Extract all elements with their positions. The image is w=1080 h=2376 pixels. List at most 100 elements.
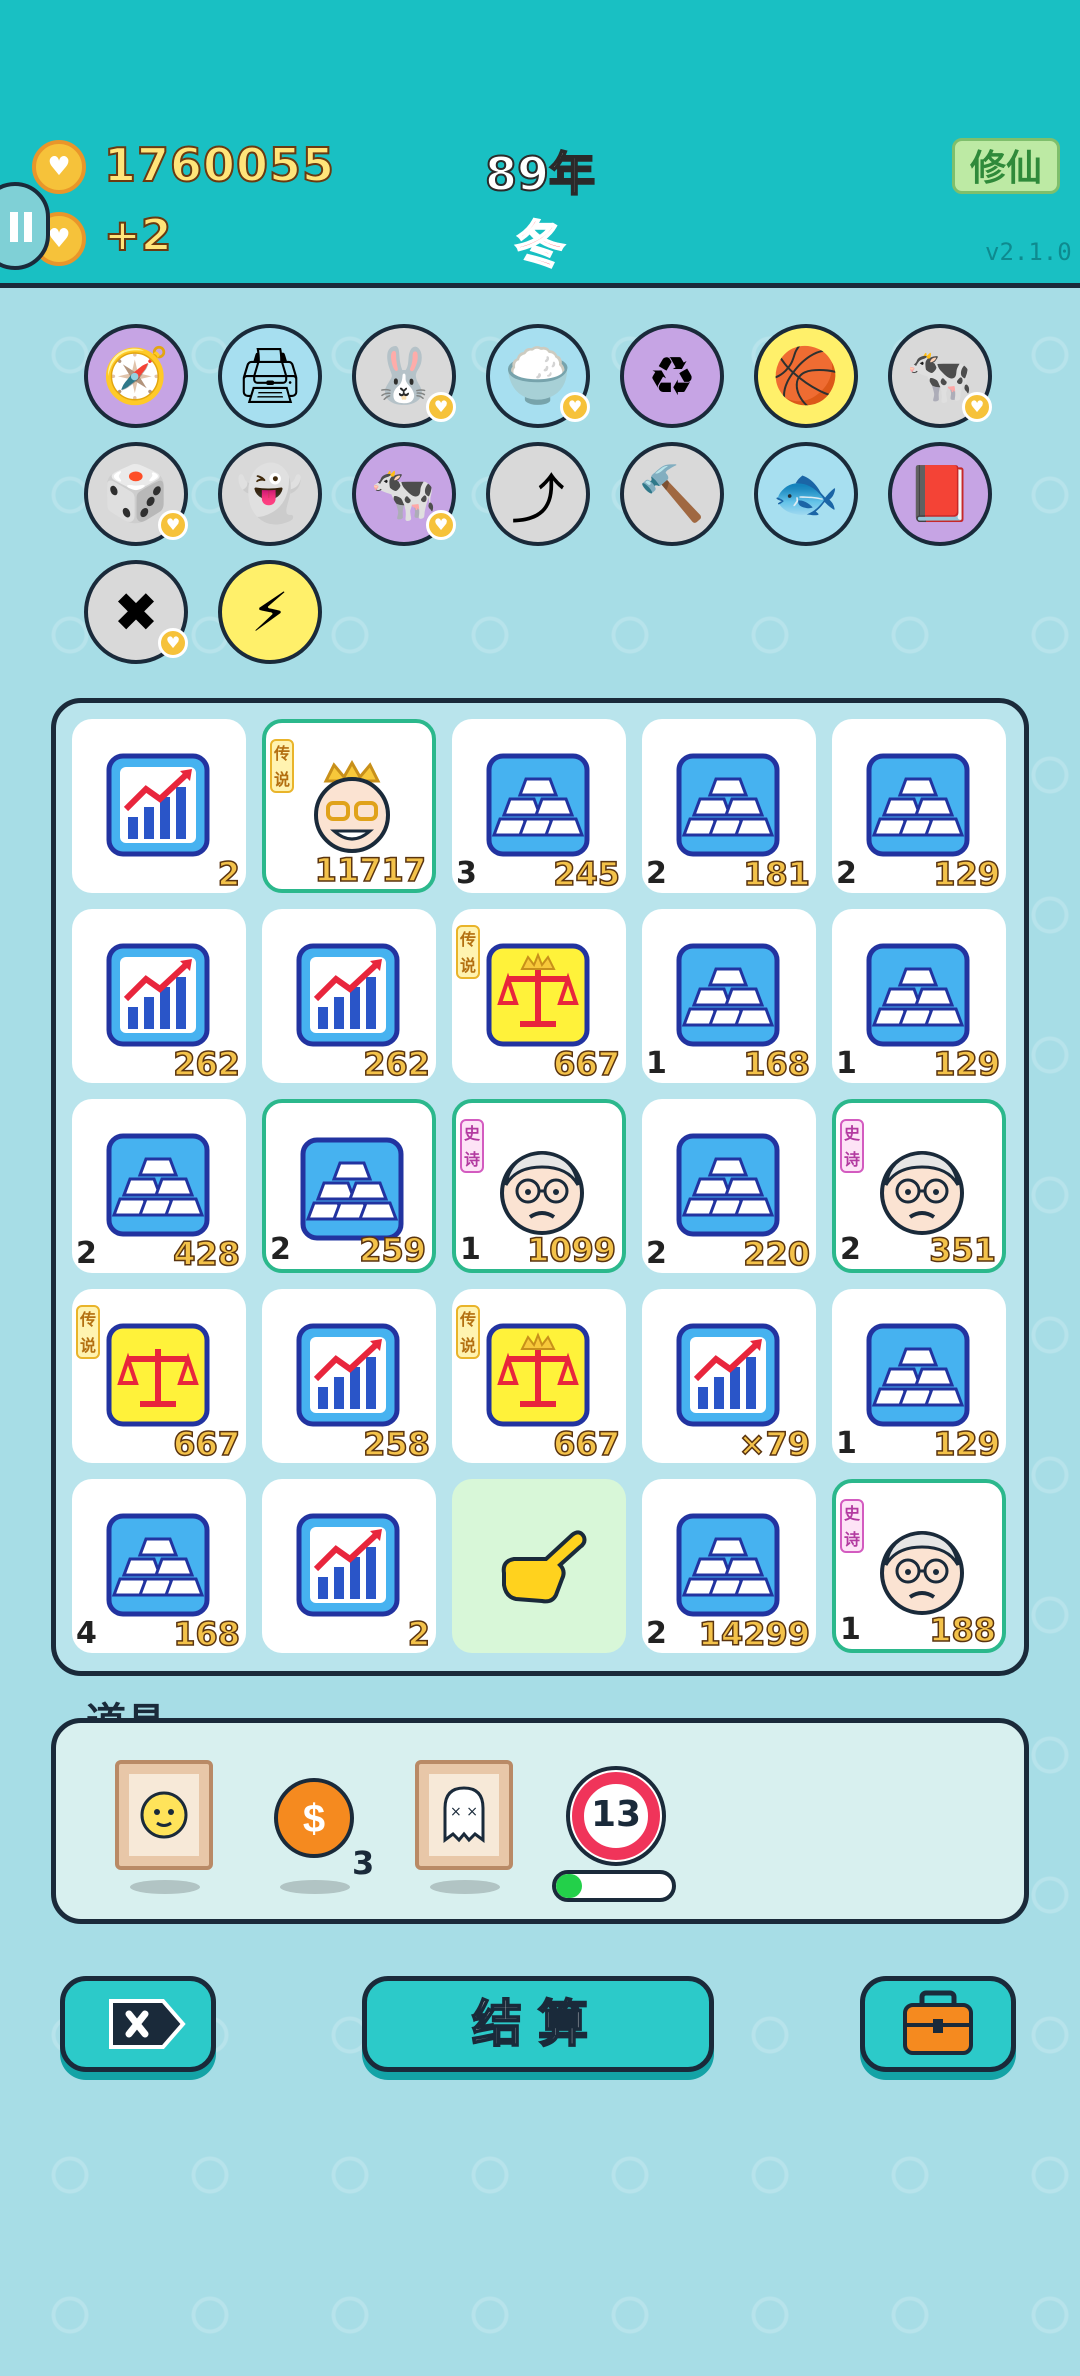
scale-crown-icon (486, 1323, 590, 1427)
remove-button[interactable] (60, 1976, 216, 2072)
cell-value: 181 (742, 854, 810, 894)
gold-icon (676, 1133, 780, 1237)
svg-text:× ×: × × (450, 1804, 478, 1820)
board-cell[interactable]: 2 (262, 1479, 436, 1654)
gold-icon (676, 1513, 780, 1617)
rarity-tag: 史诗 (840, 1119, 864, 1173)
board-cell[interactable]: 258 (262, 1289, 436, 1464)
cell-value: 2 (407, 1614, 431, 1654)
board-cell[interactable]: 4 168 (72, 1479, 246, 1654)
cell-count: 2 (76, 1236, 97, 1271)
board-cell[interactable]: 1 168 (642, 909, 816, 1084)
coin-prop[interactable]: $ (272, 1776, 356, 1864)
ghost-frame-prop[interactable]: × × (415, 1760, 513, 1874)
time-magazine-icon: 📕 (906, 462, 974, 525)
board-cell[interactable]: 2 259 (262, 1099, 436, 1273)
timer-prop[interactable]: 13 (564, 1764, 668, 1872)
cell-value: 428 (172, 1234, 240, 1274)
owned-symbol[interactable]: 🏀 (754, 324, 858, 428)
board-cell[interactable]: 2 181 (642, 719, 816, 894)
cell-value: 168 (172, 1614, 240, 1654)
owned-symbol[interactable]: ⤴ (486, 442, 590, 546)
board-cell[interactable]: 2 (72, 719, 246, 894)
ghost-frame-icon: × × (415, 1760, 513, 1870)
owned-symbol[interactable]: 📕 (888, 442, 992, 546)
timer-progress-bar (552, 1870, 676, 1902)
board-cell[interactable]: 传说 11717 (262, 719, 436, 893)
cell-value: 2 (217, 854, 241, 894)
recycle-icon: ♻ (647, 344, 697, 408)
fishbowl-icon: 🐟 (772, 462, 840, 525)
owned-symbol[interactable]: 🐰 ♥ (352, 324, 456, 428)
cell-count: 2 (836, 856, 857, 891)
cell-value: 14299 (698, 1614, 811, 1654)
owned-symbol[interactable]: 🧭 (84, 324, 188, 428)
board-cell[interactable] (452, 1479, 626, 1653)
board-cell[interactable]: 传说 667 (452, 1289, 626, 1464)
settle-button[interactable]: 结算 (362, 1976, 714, 2072)
cell-value: 351 (928, 1230, 996, 1270)
lightning-icon: ⚡ (251, 580, 289, 644)
board-cell[interactable]: 1 129 (832, 909, 1006, 1084)
board-cell[interactable]: 史诗 1 1099 (452, 1099, 626, 1273)
owned-symbol[interactable]: 🎲 ♥ (84, 442, 188, 546)
face-frame-prop[interactable] (115, 1760, 213, 1874)
gold-icon (106, 1513, 210, 1617)
board-cell[interactable]: 2 129 (832, 719, 1006, 894)
board-cell[interactable]: 3 245 (452, 719, 626, 894)
board-cell[interactable]: 1 129 (832, 1289, 1006, 1464)
owned-symbol[interactable]: ♻ (620, 324, 724, 428)
heart-badge-icon: ♥ (158, 510, 188, 540)
cell-count: 2 (646, 1616, 667, 1651)
rarity-tag: 史诗 (460, 1119, 484, 1173)
board-cell[interactable]: 2 428 (72, 1099, 246, 1274)
owned-symbol[interactable]: 🍚 ♥ (486, 324, 590, 428)
board-cell[interactable]: 262 (262, 909, 436, 1084)
board-cell[interactable]: 传说 667 (72, 1289, 246, 1464)
version-label: v2.1.0 (985, 238, 1072, 266)
owned-symbol[interactable]: 🐄 ♥ (352, 442, 456, 546)
cultivation-button[interactable]: 修仙 (952, 138, 1060, 194)
cell-count: 2 (646, 856, 667, 891)
cell-count: 3 (456, 856, 477, 891)
owned-symbol[interactable]: 👻 (218, 442, 322, 546)
owned-symbol[interactable]: 🐄 ♥ (888, 324, 992, 428)
owned-symbol[interactable]: ⚡ (218, 560, 322, 664)
board-cell[interactable]: 2 14299 (642, 1479, 816, 1654)
scale-icon (106, 1323, 210, 1427)
scale-crown-icon (486, 943, 590, 1047)
board-cell[interactable]: 262 (72, 909, 246, 1084)
board-cell[interactable]: ×79 (642, 1289, 816, 1464)
king-icon (300, 757, 404, 861)
chart-icon (106, 753, 210, 857)
chart-icon (296, 1513, 400, 1617)
owned-symbol[interactable]: 🔨 (620, 442, 724, 546)
prop-shadow (430, 1880, 500, 1894)
cell-value: 168 (742, 1044, 810, 1084)
cell-count: 1 (646, 1046, 667, 1081)
board-cell[interactable]: 传说 667 (452, 909, 626, 1084)
cell-count: 2 (646, 1236, 667, 1271)
cell-value: ×79 (738, 1424, 811, 1464)
owned-symbol[interactable]: 🐟 (754, 442, 858, 546)
board-cell[interactable]: 史诗 1 188 (832, 1479, 1006, 1653)
prop-shadow (280, 1880, 350, 1894)
remove-tag-icon: ✖ (113, 580, 159, 644)
cell-value: 188 (928, 1610, 996, 1650)
cell-count: 2 (840, 1232, 861, 1267)
cell-value: 220 (742, 1234, 810, 1274)
owned-symbol[interactable]: 🖨 (218, 324, 322, 428)
compass-icon: 🧭 (102, 344, 170, 407)
cell-count: 1 (840, 1612, 861, 1647)
owned-symbol[interactable]: ✖ ♥ (84, 560, 188, 664)
money-counter: 1760055 (103, 137, 336, 193)
cell-value: 667 (172, 1424, 240, 1464)
gold-icon (300, 1137, 404, 1241)
gold-icon (106, 1133, 210, 1237)
inventory-button[interactable] (860, 1976, 1016, 2072)
board-cell[interactable]: 2 220 (642, 1099, 816, 1274)
chart-icon (296, 1323, 400, 1427)
gold-icon (866, 753, 970, 857)
board-cell[interactable]: 史诗 2 351 (832, 1099, 1006, 1273)
grandpa-icon (870, 1137, 974, 1241)
